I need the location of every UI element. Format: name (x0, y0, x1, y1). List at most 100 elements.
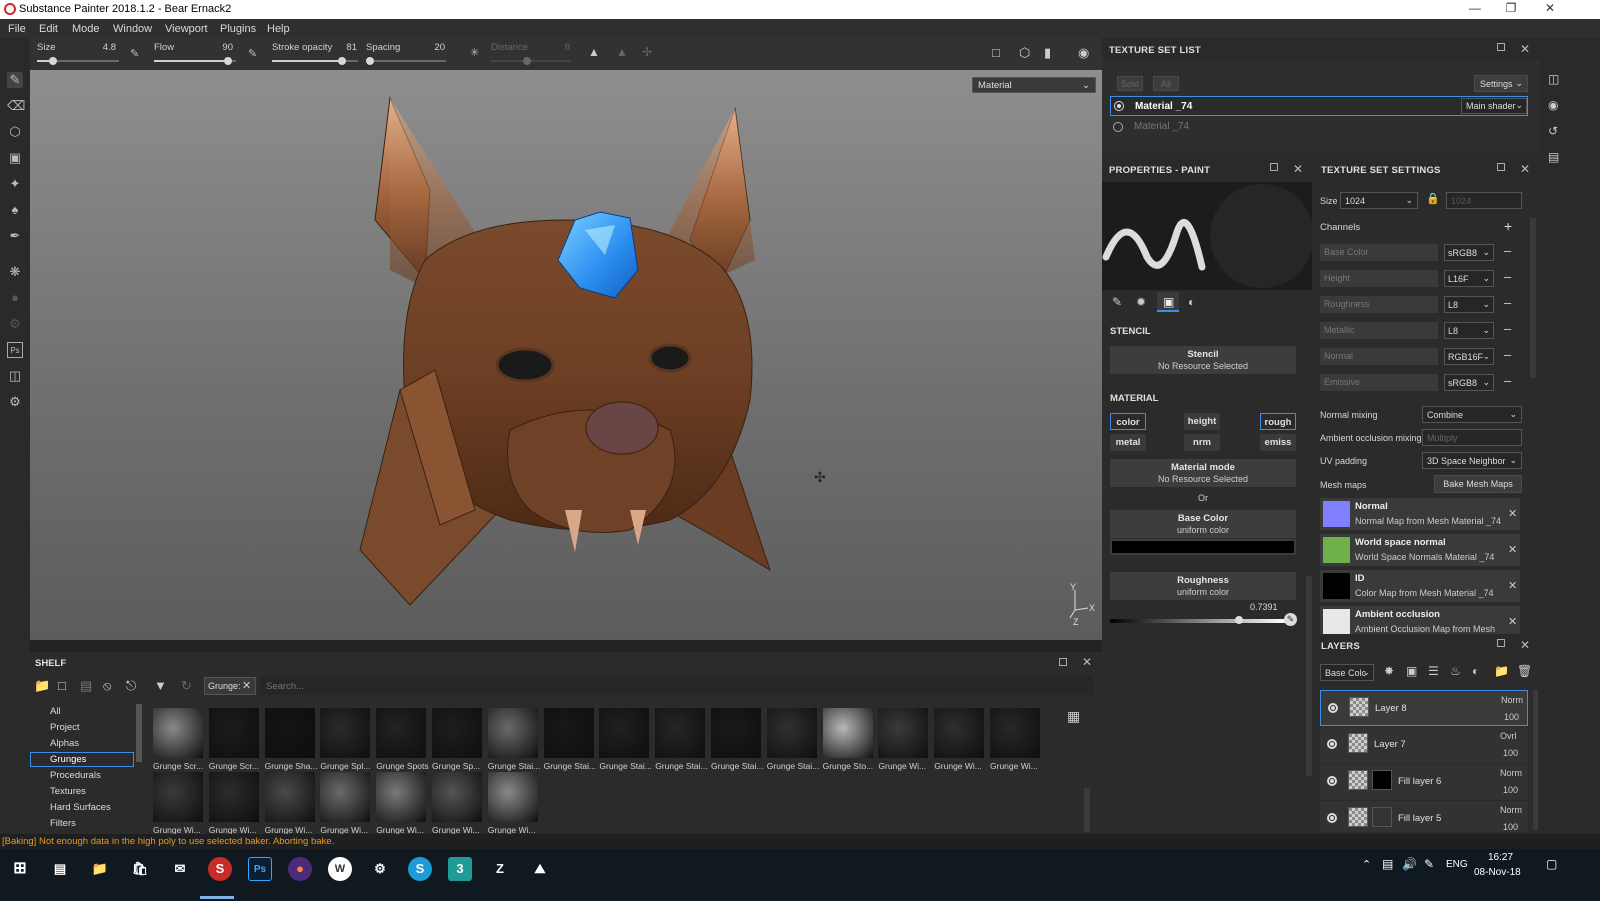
mesh-map-slot[interactable]: ID Color Map from Mesh Material _74 ✕ (1320, 570, 1520, 602)
normal-mixing-select[interactable]: Combine ⌄ (1422, 406, 1522, 423)
add-folder-icon[interactable]: 📁 (1494, 664, 1509, 678)
category-scrollbar[interactable] (136, 704, 142, 762)
remove-mesh-map-icon[interactable]: ✕ (1508, 543, 1517, 556)
settings-icon[interactable]: ⚙ (7, 394, 23, 410)
channel-format-select[interactable]: L16F ⌄ (1444, 270, 1494, 287)
delete-layer-icon[interactable]: 🗑 (1517, 664, 1532, 678)
grunge-thumbnail[interactable] (320, 708, 371, 758)
grunge-thumbnail[interactable] (432, 708, 482, 758)
close-icon[interactable]: ✕ (1520, 162, 1530, 176)
ao-mixing-select[interactable]: Multiply (1422, 429, 1522, 446)
grunge-thumbnail[interactable] (711, 708, 761, 758)
grunge-thumbnail[interactable] (208, 772, 259, 822)
shelf-search-input[interactable] (260, 677, 1093, 695)
projection-icon[interactable]: ⬡ (7, 124, 23, 140)
photoshop-icon[interactable]: Ps (248, 857, 272, 881)
rough-channel-button[interactable]: rough (1260, 413, 1296, 430)
flow-value[interactable]: 90 (213, 42, 233, 53)
base-color-button[interactable]: Base Color uniform color (1110, 510, 1296, 538)
folder-icon[interactable]: 📁 (34, 678, 50, 694)
symmetry-icon[interactable]: ▲ (588, 45, 600, 59)
settings-button[interactable]: Settings ⌄ (1474, 75, 1528, 92)
roughness-number[interactable]: 0.7391 (1250, 602, 1278, 612)
size-slider[interactable] (37, 57, 119, 65)
add-smart-material-icon[interactable]: ◐ (1472, 664, 1479, 678)
shelf-scrollbar[interactable] (1084, 788, 1090, 832)
float-icon[interactable] (1497, 163, 1505, 171)
grunge-thumbnail[interactable] (766, 708, 817, 758)
blend-mode-select[interactable]: Ovrl (1500, 731, 1517, 741)
bake-icon[interactable]: ❋ (7, 264, 23, 280)
alpha-tab-icon[interactable]: ✹ (1136, 295, 1146, 309)
layer-opacity[interactable]: 100 (1503, 822, 1518, 832)
category-all[interactable]: All (50, 706, 61, 717)
bear-helmet-model[interactable]: ✣ (30, 70, 1102, 640)
visibility-eye-icon[interactable] (1327, 776, 1337, 786)
viewport-3d-icon[interactable]: ⬡ (1019, 45, 1030, 61)
refresh-icon[interactable]: ↻ (181, 678, 192, 694)
category-procedurals[interactable]: Procedurals (50, 770, 101, 781)
close-icon[interactable]: ✕ (1533, 1, 1567, 18)
solo-button[interactable]: Solo (1117, 76, 1143, 91)
spacing-slider[interactable] (365, 57, 446, 65)
grunge-thumbnail[interactable] (878, 708, 929, 758)
lock-icon[interactable]: 🔒 (1426, 192, 1440, 209)
base-color-swatch[interactable] (1110, 539, 1296, 555)
menu-mode[interactable]: Mode (72, 23, 100, 35)
stroke-opacity-knob[interactable] (337, 57, 346, 65)
layer-row[interactable]: Layer 8 Norm 100 (1320, 690, 1528, 726)
channel-format-select[interactable]: sRGB8 ⌄ (1444, 244, 1494, 261)
brush-tab-icon[interactable]: ✎ (1112, 295, 1122, 309)
camera-video-icon[interactable]: ▮ (1044, 45, 1051, 61)
viewport-shelf-divider[interactable] (30, 640, 1102, 652)
grunge-thumbnail[interactable] (432, 772, 482, 822)
photos-icon[interactable]: ⛰ (528, 857, 552, 881)
grunge-thumbnail[interactable] (655, 708, 706, 758)
close-icon[interactable]: ✕ (1520, 638, 1530, 652)
grunge-thumbnail[interactable] (264, 772, 315, 822)
zbrush-icon[interactable]: Z (488, 857, 512, 881)
paint-brush-icon[interactable]: ✎ (7, 72, 23, 88)
add-channel-icon[interactable]: + (1504, 218, 1512, 234)
float-icon[interactable] (1270, 163, 1278, 171)
bell-icon[interactable]: ● (7, 290, 23, 306)
radio-selected-icon[interactable] (1114, 101, 1124, 111)
wacom-icon[interactable]: W (328, 857, 352, 881)
color-channel-button[interactable]: color (1110, 413, 1146, 430)
file-explorer-icon[interactable]: 📁 (88, 857, 112, 881)
category-filters[interactable]: Filters (50, 818, 76, 829)
radio-icon[interactable] (1113, 122, 1123, 132)
distance-slider[interactable] (491, 57, 571, 65)
import-icon[interactable]: ⎋ (126, 678, 136, 694)
remove-mesh-map-icon[interactable]: ✕ (1508, 507, 1517, 520)
clock-time[interactable]: 16:27 (1488, 852, 1513, 863)
remove-channel-icon[interactable]: – (1504, 373, 1514, 388)
gear-dim-icon[interactable]: ⚙ (7, 316, 23, 332)
blend-mode-select[interactable]: Norm (1500, 805, 1522, 815)
remove-channel-icon[interactable]: – (1504, 243, 1514, 258)
float-icon[interactable] (1059, 658, 1067, 666)
screenshot-camera-icon[interactable]: ◉ (1078, 45, 1089, 61)
stencil-tab[interactable]: ▣ (1157, 292, 1179, 312)
remove-mesh-map-icon[interactable]: ✕ (1508, 579, 1517, 592)
menu-window[interactable]: Window (113, 23, 152, 35)
layer-opacity[interactable]: 100 (1503, 785, 1518, 795)
grunge-thumbnail[interactable] (153, 708, 203, 758)
lazy-mouse-icon[interactable]: ✳ (470, 46, 479, 59)
grunge-thumbnail[interactable] (543, 708, 594, 758)
properties-scrollbar[interactable] (1306, 576, 1312, 776)
tray-chevron-icon[interactable]: ⌃ (1362, 858, 1371, 871)
minimize-icon[interactable]: — (1458, 1, 1492, 18)
texture-size-select[interactable]: 1024 ⌄ (1340, 192, 1418, 209)
channel-format-select[interactable]: L8 ⌄ (1444, 322, 1494, 339)
height-channel-button[interactable]: height (1184, 413, 1220, 430)
skype-icon[interactable]: S (408, 857, 432, 881)
flow-slider[interactable] (154, 57, 236, 65)
menu-file[interactable]: File (8, 23, 26, 35)
remove-channel-icon[interactable]: – (1504, 347, 1514, 362)
roughness-slider[interactable] (1110, 616, 1285, 624)
color-picker-icon[interactable]: ✒ (7, 228, 23, 244)
filter-tag[interactable]: Grunge: ✕ (204, 677, 256, 695)
channel-format-select[interactable]: RGB16F ⌄ (1444, 348, 1494, 365)
layer-opacity[interactable]: 100 (1504, 712, 1519, 722)
